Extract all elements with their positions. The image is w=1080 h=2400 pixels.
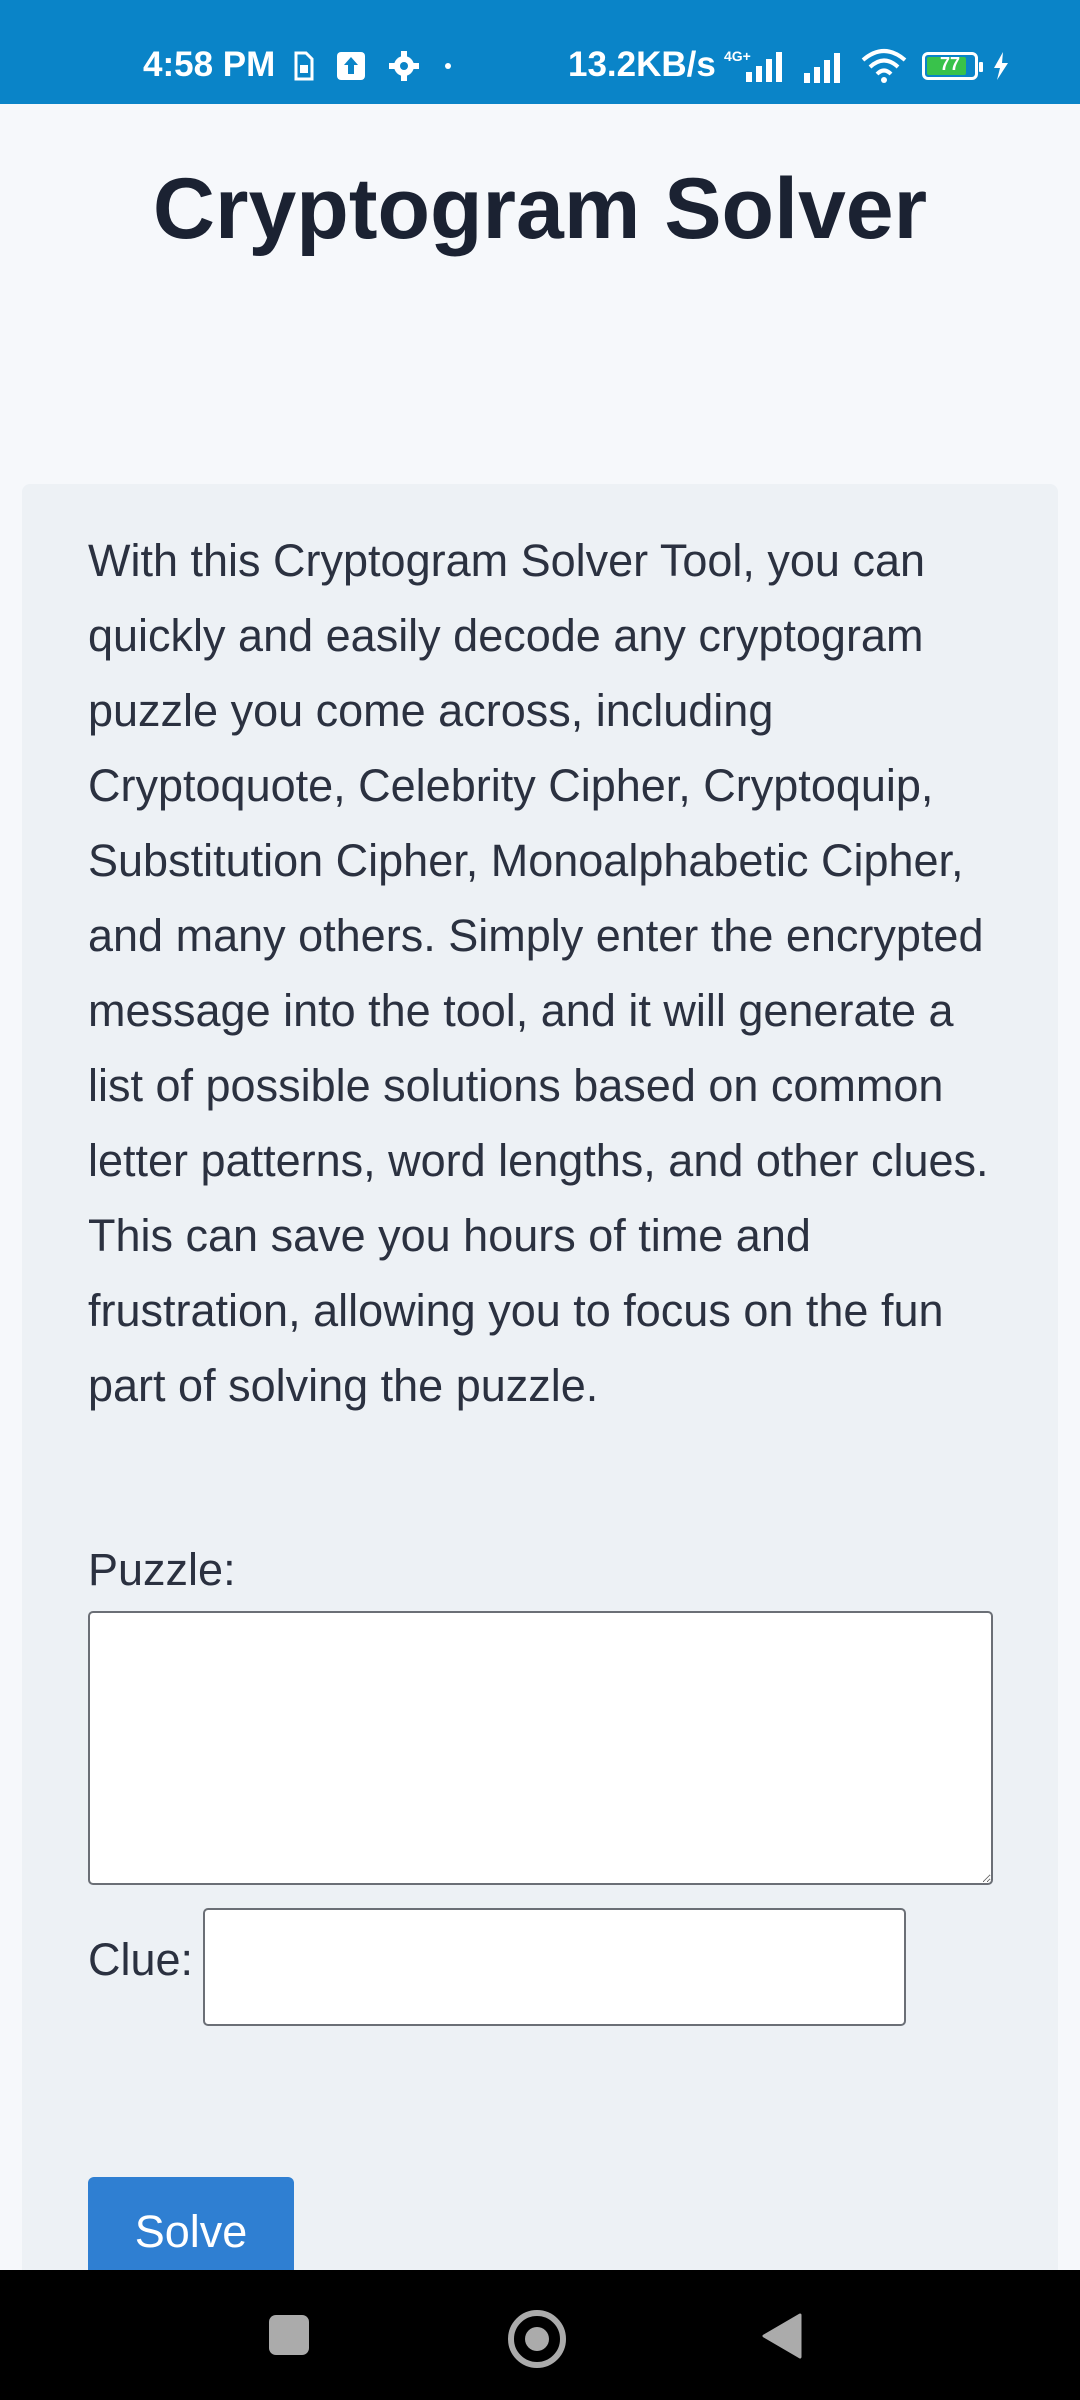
network-type-label: 4G+: [724, 48, 751, 64]
status-time: 4:58 PM: [143, 45, 276, 84]
signal-icon: [804, 53, 840, 83]
status-icons-left: [292, 50, 454, 82]
status-icons-right: 4G+ 77: [722, 48, 1010, 84]
signal-4g-icon: 4G+: [724, 48, 782, 82]
sim-icon: [294, 51, 314, 81]
battery-cap: [979, 62, 983, 72]
clue-label: Clue:: [88, 1934, 194, 1985]
puzzle-input[interactable]: [88, 1611, 993, 1885]
puzzle-label: Puzzle:: [88, 1544, 236, 1595]
dot-icon: [445, 63, 451, 69]
status-bar: 4:58 PM 13.2KB/s 4G+ 77: [0, 0, 1080, 104]
home-icon[interactable]: [508, 2310, 566, 2368]
tool-description: With this Cryptogram Solver Tool, you ca…: [88, 535, 989, 1411]
navigation-bar: [0, 2270, 1080, 2400]
clue-input[interactable]: [203, 1908, 906, 2026]
solver-card: With this Cryptogram Solver Tool, you ca…: [22, 484, 1058, 2287]
home-icon-dot: [525, 2327, 549, 2351]
network-speed: 13.2KB/s: [568, 45, 716, 84]
recents-icon[interactable]: [269, 2315, 309, 2355]
page-title: Cryptogram Solver: [152, 161, 928, 257]
back-icon[interactable]: [760, 2313, 802, 2359]
battery-icon: 77: [922, 52, 983, 80]
settings-icon: [389, 51, 419, 81]
upload-icon: [337, 52, 365, 80]
wifi-icon: [861, 49, 907, 83]
charging-icon: [994, 52, 1008, 80]
battery-level: 77: [939, 54, 961, 74]
